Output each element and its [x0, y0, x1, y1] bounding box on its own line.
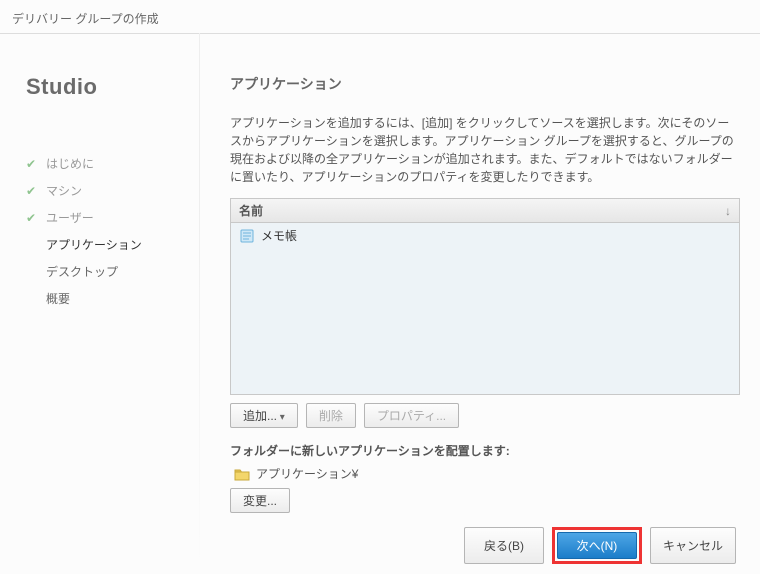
folder-path-text: アプリケーション¥ [256, 465, 358, 482]
nav-label: はじめに [46, 155, 94, 172]
sidebar: Studio ✔ はじめに ✔ マシン ✔ ユーザー アプリケーション デスクト… [0, 34, 200, 574]
nav-label: デスクトップ [46, 263, 118, 280]
cancel-button[interactable]: キャンセル [650, 527, 736, 564]
nav-step-intro[interactable]: ✔ はじめに [26, 150, 180, 177]
page-title: アプリケーション [230, 74, 740, 94]
folder-path: アプリケーション¥ [230, 465, 740, 482]
next-button-highlight: 次へ(N) [552, 527, 642, 564]
table-buttons: 追加... 削除 プロパティ... [230, 403, 740, 428]
sort-down-icon[interactable]: ↓ [725, 204, 731, 218]
check-icon: ✔ [26, 184, 40, 198]
wizard-footer: 戻る(B) 次へ(N) キャンセル [230, 513, 740, 564]
nav-label: ユーザー [46, 209, 94, 226]
table-body: メモ帳 [231, 223, 739, 394]
nav-step-desktops[interactable]: デスクトップ [26, 258, 180, 285]
nav-step-applications[interactable]: アプリケーション [26, 231, 180, 258]
folder-icon [234, 467, 250, 481]
add-button[interactable]: 追加... [230, 403, 298, 428]
table-row[interactable]: メモ帳 [231, 223, 739, 248]
nav-step-users[interactable]: ✔ ユーザー [26, 204, 180, 231]
folder-label: フォルダーに新しいアプリケーションを配置します: [230, 442, 740, 459]
nav-step-summary[interactable]: 概要 [26, 285, 180, 312]
properties-button: プロパティ... [364, 403, 459, 428]
applications-table: 名前 ↓ メモ帳 [230, 198, 740, 395]
nav-label: 概要 [46, 290, 70, 307]
nav-step-machines[interactable]: ✔ マシン [26, 177, 180, 204]
sidebar-title: Studio [26, 74, 180, 100]
window-title: デリバリー グループの作成 [0, 0, 760, 33]
main-layout: Studio ✔ はじめに ✔ マシン ✔ ユーザー アプリケーション デスクト… [0, 34, 760, 574]
content-panel: アプリケーション アプリケーションを追加するには、[追加] をクリックしてソース… [200, 34, 760, 574]
notepad-icon [239, 228, 255, 244]
nav-label: アプリケーション [46, 236, 142, 253]
column-name: 名前 [239, 202, 725, 219]
next-button[interactable]: 次へ(N) [557, 532, 637, 559]
nav-label: マシン [46, 182, 82, 199]
remove-button: 削除 [306, 403, 356, 428]
sidebar-separator [199, 33, 200, 573]
table-header[interactable]: 名前 ↓ [231, 199, 739, 223]
folder-section: フォルダーに新しいアプリケーションを配置します: アプリケーション¥ 変更... [230, 442, 740, 513]
check-icon: ✔ [26, 157, 40, 171]
page-description: アプリケーションを追加するには、[追加] をクリックしてソースを選択します。次に… [230, 114, 740, 186]
change-folder-button[interactable]: 変更... [230, 488, 290, 513]
app-name: メモ帳 [261, 227, 297, 244]
check-icon: ✔ [26, 211, 40, 225]
back-button[interactable]: 戻る(B) [464, 527, 544, 564]
